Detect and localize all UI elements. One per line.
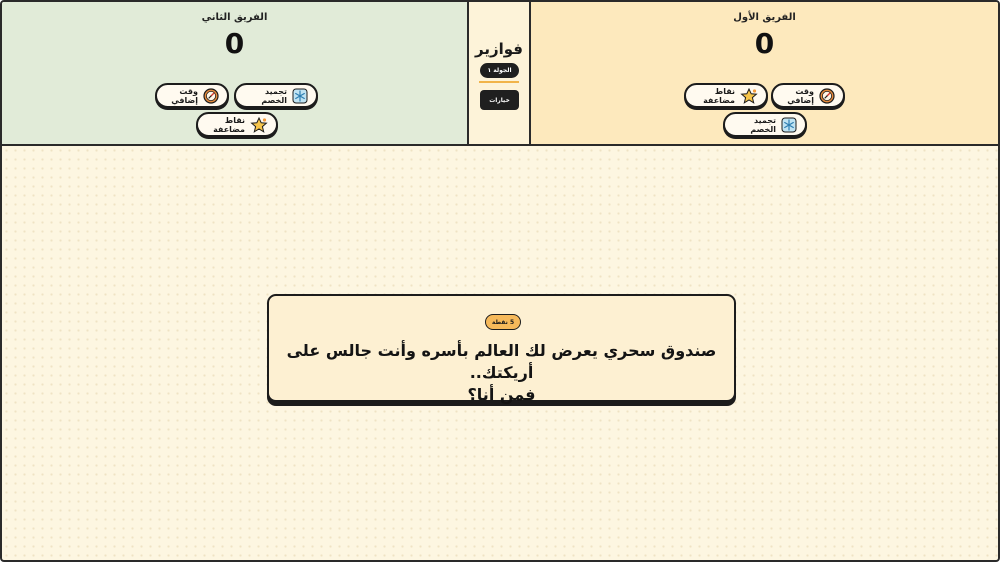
team-two-double-points-button[interactable]: نقاط مضاعفة [196,112,278,137]
stopwatch-icon [819,87,835,104]
pill-label: نقاط مضاعفة [703,86,735,105]
team-one-panel: الفريق الأول 0 نقاط مضاعفة وقت إضافي تجم… [531,2,998,144]
pill-label: وقت إضافي [787,86,814,105]
snowflake-icon [781,117,797,132]
points-badge: 5 نقطة [485,314,521,330]
team-two-name: الفريق الثاني [201,12,268,23]
stopwatch-icon [203,87,219,104]
team-one-extra-time-button[interactable]: وقت إضافي [771,83,845,108]
game-screen: الفريق الثاني 0 وقت إضافي تجميد الخصم نق… [0,0,1000,562]
team-one-score: 0 [754,27,775,60]
question-card: 5 نقطة صندوق سحري يعرض لك العالم بأسره و… [267,294,736,404]
round-badge: الجولة ١ [480,63,519,78]
game-center-panel: فوازير الجولة ١ خيارات [469,2,531,144]
snowflake-icon [292,88,308,103]
pill-label: نقاط مضاعفة [213,115,245,134]
pill-label: تجميد الخصم [261,86,287,105]
team-one-freeze-button[interactable]: تجميد الخصم [723,112,807,137]
question-text: صندوق سحري يعرض لك العالم بأسره وأنت جال… [279,340,724,406]
team-two-extra-time-button[interactable]: وقت إضافي [155,83,229,108]
team-two-freeze-button[interactable]: تجميد الخصم [234,83,318,108]
team-two-score: 0 [224,27,245,60]
question-line-2: فمن أنا؟ [467,385,536,404]
team-one-name: الفريق الأول [733,12,796,23]
team-one-double-points-button[interactable]: نقاط مضاعفة [684,83,768,108]
question-line-1: صندوق سحري يعرض لك العالم بأسره وأنت جال… [286,341,717,382]
star-icon [250,116,268,133]
options-button[interactable]: خيارات [480,90,519,110]
center-divider [479,81,519,83]
star-icon [740,87,758,104]
team-two-panel: الفريق الثاني 0 وقت إضافي تجميد الخصم نق… [2,2,469,144]
pill-label: وقت إضافي [171,86,198,105]
pill-label: تجميد الخصم [750,115,776,134]
game-title: فوازير [475,40,523,58]
scoreboard-header: الفريق الثاني 0 وقت إضافي تجميد الخصم نق… [2,2,998,146]
